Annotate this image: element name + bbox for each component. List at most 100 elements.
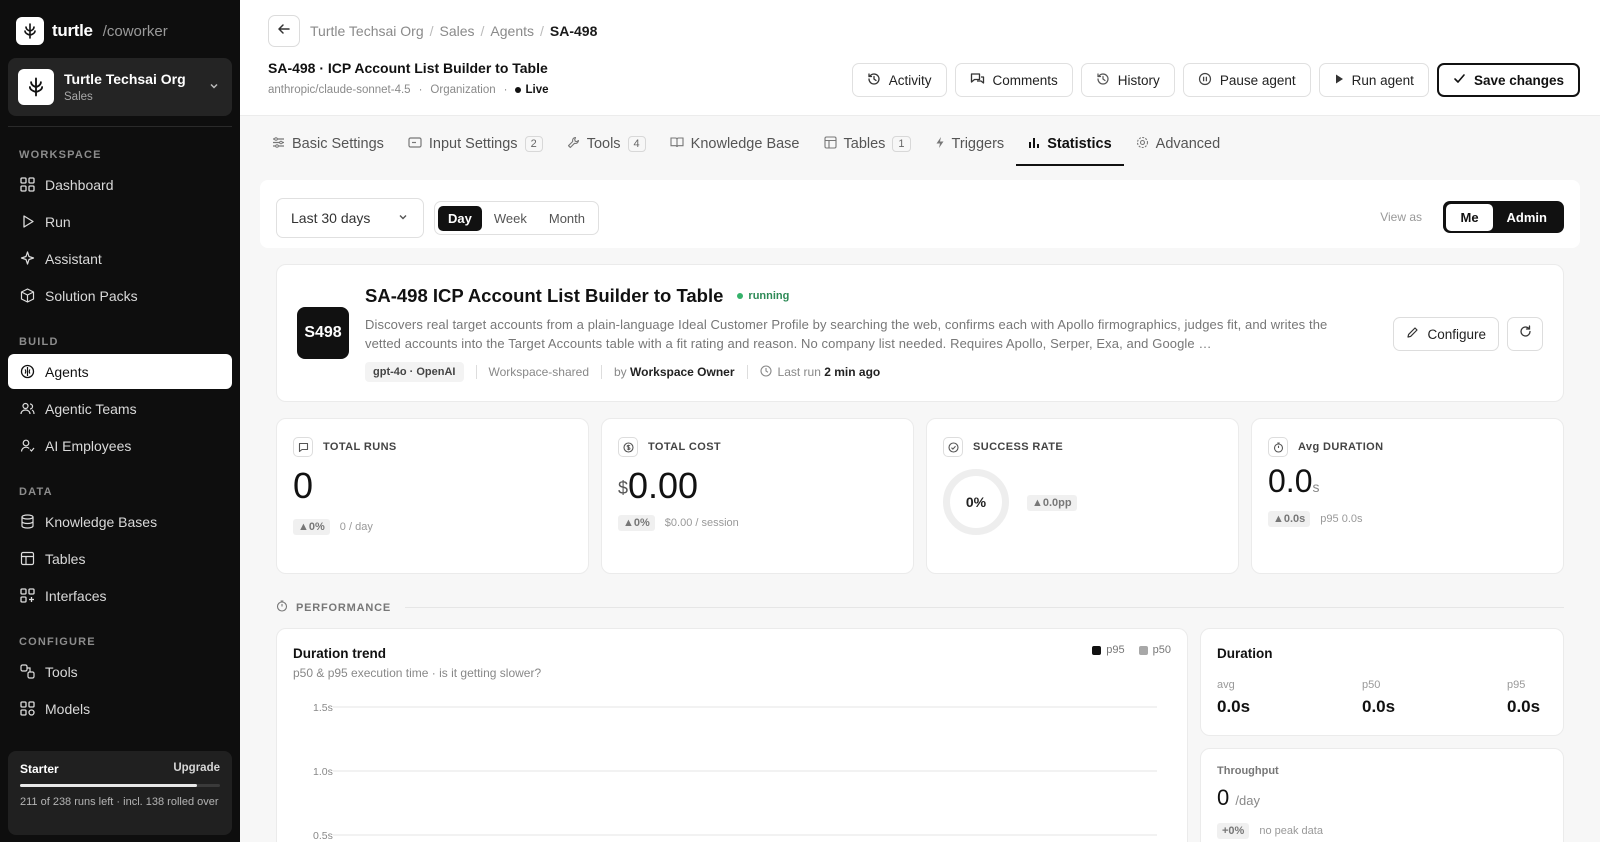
granularity-day[interactable]: Day [438, 205, 482, 231]
users-icon [19, 401, 35, 417]
chart-plot: 1.5s 1.0s 0.5s [313, 702, 1157, 842]
date-range-select[interactable]: Last 30 days [276, 198, 424, 238]
stat-value: 0.0 [1268, 463, 1313, 499]
tab-label: Advanced [1155, 136, 1221, 152]
sparkle-icon [19, 251, 35, 267]
duration-p95: p95 0.0s [1507, 679, 1540, 717]
models-icon [19, 701, 35, 717]
view-as-admin[interactable]: Admin [1493, 204, 1561, 231]
agent-card-meta: gpt-4o · OpenAI Workspace-shared by Work… [365, 362, 880, 382]
org-team: Sales [64, 91, 93, 103]
meta-divider [475, 365, 477, 379]
section-workspace: WORKSPACE [19, 149, 102, 161]
refresh-icon [1519, 325, 1532, 343]
upgrade-link[interactable]: Upgrade [173, 762, 220, 776]
back-button[interactable] [268, 15, 300, 47]
chat-icon [293, 437, 313, 457]
breadcrumb-team[interactable]: Sales [440, 23, 475, 39]
tab-basic-settings[interactable]: Basic Settings [260, 122, 396, 166]
y-tick-label: 1.0s [313, 766, 333, 778]
metric-label: p95 [1507, 679, 1526, 691]
org-logo-icon [18, 69, 54, 105]
breadcrumb-org[interactable]: Turtle Techsai Org [310, 23, 424, 39]
metric-label: avg [1217, 679, 1235, 691]
tab-advanced[interactable]: Advanced [1124, 122, 1233, 166]
sidebar-item-agentic-teams[interactable]: Agentic Teams [8, 391, 232, 426]
granularity-week[interactable]: Week [484, 206, 537, 231]
meta-separator: · [418, 84, 423, 96]
section-data: DATA [19, 486, 53, 498]
check-circle-icon [943, 437, 963, 457]
sidebar-item-models[interactable]: Models [8, 691, 232, 726]
view-as-me[interactable]: Me [1446, 203, 1493, 231]
tab-label: Input Settings [428, 136, 518, 152]
breadcrumb-separator: / [540, 23, 544, 39]
stat-delta: ▲0% [293, 519, 330, 535]
tab-label: Basic Settings [292, 136, 384, 152]
sidebar-item-label: Tools [45, 663, 78, 680]
breadcrumb-agents[interactable]: Agents [490, 23, 534, 39]
sidebar-item-agents[interactable]: Agents [8, 354, 232, 389]
granularity-month[interactable]: Month [539, 206, 595, 231]
sidebar-item-label: Interfaces [45, 587, 107, 604]
sidebar-item-assistant[interactable]: Assistant [8, 241, 232, 276]
org-switcher[interactable]: Turtle Techsai Org Sales [8, 58, 232, 116]
tab-knowledge-base[interactable]: Knowledge Base [658, 122, 812, 166]
configure-button[interactable]: Configure [1393, 317, 1499, 351]
wrench-icon [567, 136, 580, 152]
tab-tables[interactable]: Tables 1 [812, 122, 923, 166]
sidebar-item-tables[interactable]: Tables [8, 541, 232, 576]
owner-info: by Workspace Owner [614, 365, 735, 379]
tab-label: Tools [586, 136, 621, 152]
configure-label: Configure [1427, 326, 1486, 342]
sliders-icon [272, 136, 285, 152]
section-divider [404, 607, 1564, 608]
pause-agent-button[interactable]: Pause agent [1182, 63, 1311, 97]
stat-delta: ▲0.0pp [1027, 495, 1077, 511]
sidebar-item-knowledge-bases[interactable]: Knowledge Bases [8, 504, 232, 539]
stat-sub: $0.00 / session [664, 517, 739, 529]
sidebar-item-tools[interactable]: Tools [8, 654, 232, 689]
tab-label: Tables [843, 136, 886, 152]
duration-avg: avg 0.0s [1217, 679, 1250, 717]
tab-bar: Basic Settings Input Settings 2 Tools 4 … [260, 122, 1232, 166]
tab-input-settings[interactable]: Input Settings 2 [396, 122, 555, 166]
refresh-button[interactable] [1507, 317, 1543, 351]
tab-tools[interactable]: Tools 4 [555, 122, 658, 166]
comments-button[interactable]: Comments [954, 63, 1073, 97]
history-button[interactable]: History [1080, 63, 1175, 97]
agent-summary-card: S498 SA-498 ICP Account List Builder to … [276, 264, 1564, 402]
sidebar-item-interfaces[interactable]: Interfaces [8, 578, 232, 613]
sidebar: turtle /coworker Turtle Techsai Org Sale… [0, 0, 240, 842]
sidebar-item-label: Knowledge Bases [45, 513, 158, 530]
save-changes-button[interactable]: Save changes [1436, 63, 1580, 97]
sidebar-item-run[interactable]: Run [8, 204, 232, 239]
stat-avg-duration: Avg DURATION 0.0s ▲0.0s p95 0.0s [1251, 418, 1564, 574]
throughput-value-wrap: 0 /day [1217, 785, 1260, 811]
filter-bar: Last 30 days Day Week Month View as Me A… [260, 180, 1580, 248]
agent-avatar: S498 [297, 307, 349, 359]
tab-label: Statistics [1047, 136, 1112, 152]
stat-label: Avg DURATION [1298, 441, 1384, 453]
sidebar-item-solution-packs[interactable]: Solution Packs [8, 278, 232, 313]
granularity-toggle: Day Week Month [434, 201, 599, 235]
table-icon [19, 551, 35, 567]
history-clock-icon [867, 72, 881, 89]
sidebar-item-ai-employees[interactable]: AI Employees [8, 428, 232, 463]
tab-label: Knowledge Base [690, 136, 800, 152]
activity-button[interactable]: Activity [851, 63, 947, 97]
brand[interactable]: turtle /coworker [16, 17, 168, 45]
chevron-down-icon [397, 210, 409, 226]
history-icon [1096, 72, 1110, 89]
performance-section-header: PERFORMANCE [276, 600, 1564, 615]
plan-usage-bar [20, 784, 220, 787]
meta-divider [746, 365, 748, 379]
sidebar-item-dashboard[interactable]: Dashboard [8, 167, 232, 202]
database-icon [19, 514, 35, 530]
run-agent-button[interactable]: Run agent [1318, 63, 1429, 97]
tab-statistics[interactable]: Statistics [1016, 122, 1125, 166]
layout-icon [19, 588, 35, 604]
tab-triggers[interactable]: Triggers [923, 122, 1017, 166]
stopwatch-icon [276, 600, 288, 615]
stat-label: TOTAL COST [648, 441, 722, 453]
